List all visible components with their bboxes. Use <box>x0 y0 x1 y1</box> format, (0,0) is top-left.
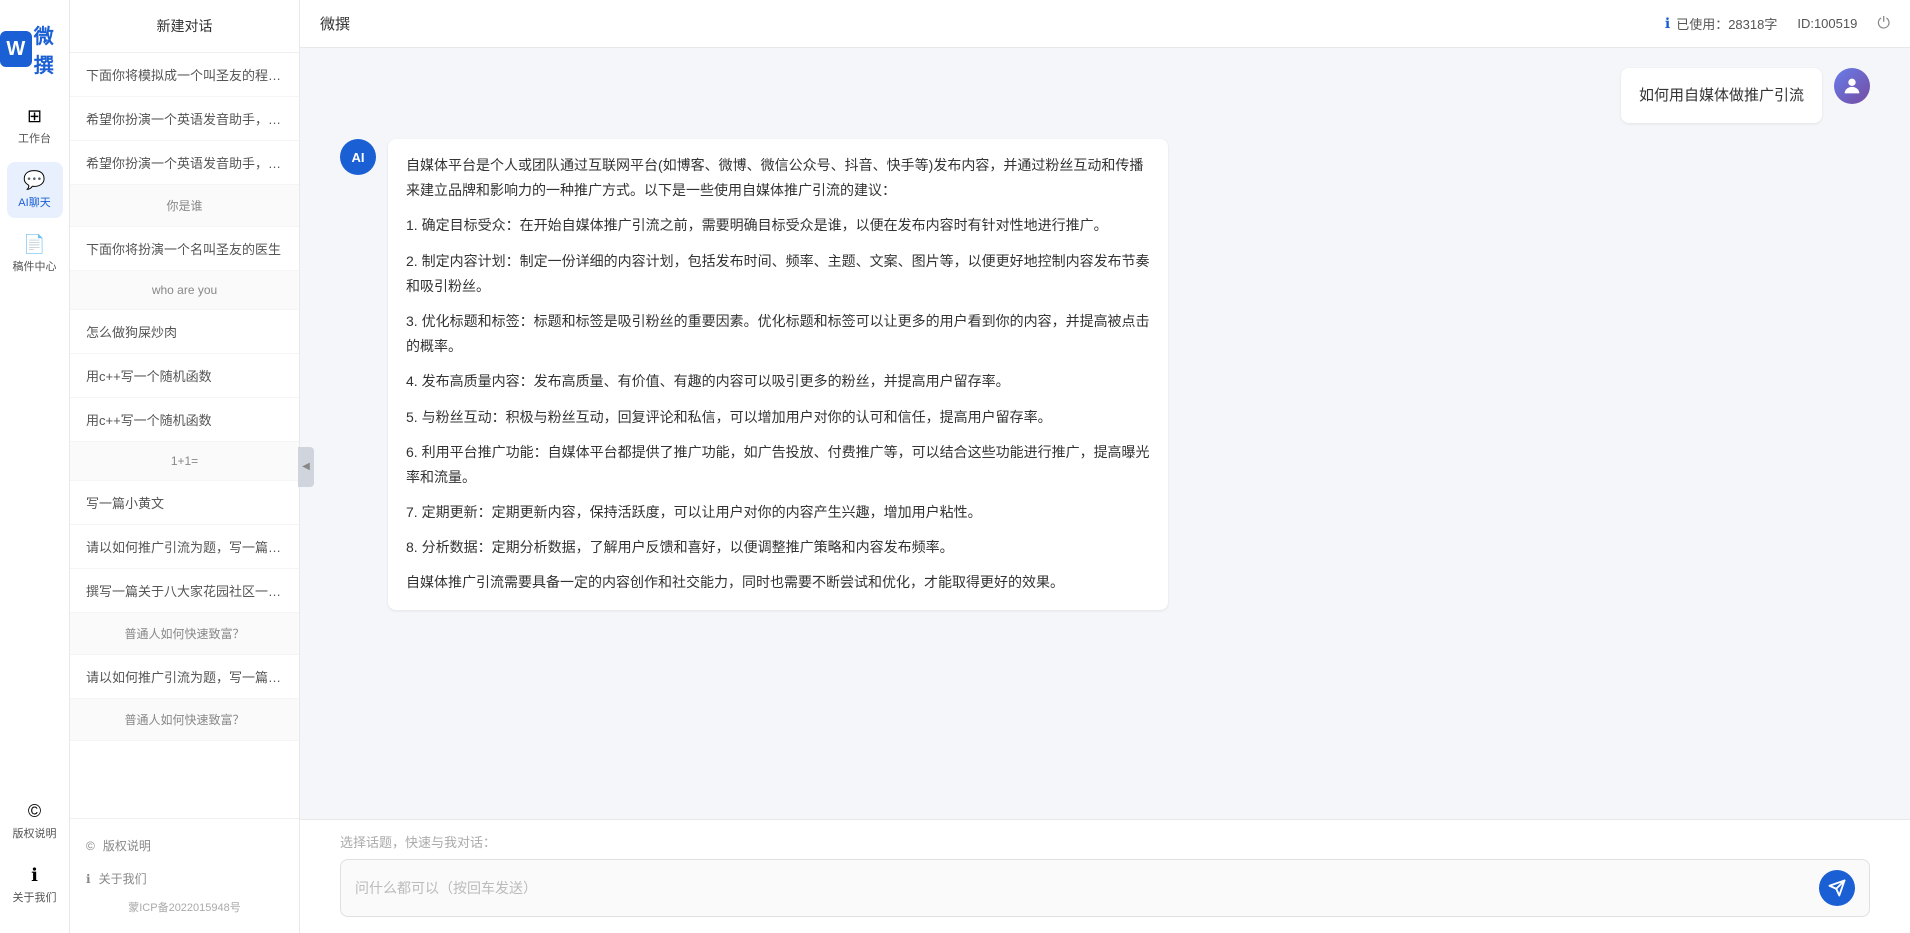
ai-para-3: 3. 优化标题和标签：标题和标签是吸引粉丝的重要因素。优化标题和标签可以让更多的… <box>406 309 1150 359</box>
input-area <box>340 859 1870 917</box>
nav-bottom: © 版权说明 ℹ 关于我们 <box>7 793 63 923</box>
ai-para-9: 自媒体推广引流需要具备一定的内容创作和社交能力，同时也需要不断尝试和优化，才能取… <box>406 570 1150 595</box>
sidebar-item-4[interactable]: 下面你将扮演一个名叫圣友的医生 <box>70 227 299 271</box>
sidebar-item-0[interactable]: 下面你将模拟成一个叫圣友的程序员，我说... <box>70 53 299 97</box>
usage-text: 已使用：28318字 <box>1676 14 1777 33</box>
nav-label-about: 关于我们 <box>13 889 57 905</box>
sidebar-item-3[interactable]: 你是谁 <box>70 185 299 227</box>
ai-message-bubble: 自媒体平台是个人或团队通过互联网平台(如博客、微博、微信公众号、抖音、快手等)发… <box>388 139 1168 610</box>
app-logo-text: 微撰 <box>34 20 69 78</box>
nav-item-drafts[interactable]: 📄 稿件中心 <box>7 226 63 282</box>
sidebar-item-15[interactable]: 普通人如何快速致富？ <box>70 699 299 741</box>
main-content: 微撰 ℹ 已使用：28318字 ID:100519 ⏻ 如何用自媒体做推广引流 <box>300 0 1910 933</box>
nav-label-workbench: 工作台 <box>18 130 51 146</box>
sidebar-item-2[interactable]: 希望你扮演一个英语发音助手，我提供给你... <box>70 141 299 185</box>
nav-items: ⊞ 工作台 💬 AI聊天 📄 稿件中心 <box>0 98 69 793</box>
usage-info: ℹ 已使用：28318字 <box>1665 14 1777 33</box>
logo-area: W 微撰 <box>0 10 69 98</box>
sidebar-collapse-button[interactable]: ◀ <box>298 447 314 487</box>
sidebar-item-12[interactable]: 撰写一篇关于八大家花园社区一刻钟便民生... <box>70 569 299 613</box>
chat-area: 如何用自媒体做推广引流 AI 自媒体平台是个人或团队通过互联网平台(如博客、微博… <box>300 48 1910 819</box>
sidebar-item-5[interactable]: who are you <box>70 271 299 310</box>
id-info: ID:100519 <box>1797 16 1857 31</box>
sidebar-item-8[interactable]: 用c++写一个随机函数 <box>70 398 299 442</box>
copyright-icon: © <box>86 839 95 853</box>
sidebar-item-11[interactable]: 请以如何推广引流为题，写一篇大纲 <box>70 525 299 569</box>
nav-label-copyright: 版权说明 <box>13 825 57 841</box>
footer-copyright-label: 版权说明 <box>103 837 151 854</box>
logo-icon: W <box>0 31 32 67</box>
footer-copyright[interactable]: © 版权说明 <box>70 829 299 862</box>
footer-about-label: 关于我们 <box>99 870 147 887</box>
nav-item-workbench[interactable]: ⊞ 工作台 <box>7 98 63 154</box>
ai-avatar: AI <box>340 139 376 175</box>
sidebar-item-1[interactable]: 希望你扮演一个英语发音助手，我提供给你... <box>70 97 299 141</box>
logout-button[interactable]: ⏻ <box>1877 15 1890 33</box>
ai-message: AI 自媒体平台是个人或团队通过互联网平台(如博客、微博、微信公众号、抖音、快手… <box>340 139 1870 610</box>
sidebar-item-10[interactable]: 写一篇小黄文 <box>70 481 299 525</box>
footer-about[interactable]: ℹ 关于我们 <box>70 862 299 895</box>
ai-para-0: 自媒体平台是个人或团队通过互联网平台(如博客、微博、微信公众号、抖音、快手等)发… <box>406 153 1150 203</box>
ai-para-4: 4. 发布高质量内容：发布高质量、有价值、有趣的内容可以吸引更多的粉丝，并提高用… <box>406 369 1150 394</box>
chat-input[interactable] <box>355 876 1809 900</box>
nav-label-ai-chat: AI聊天 <box>18 194 50 210</box>
ai-para-6: 6. 利用平台推广功能：自媒体平台都提供了推广功能，如广告投放、付费推广等，可以… <box>406 440 1150 490</box>
new-chat-button[interactable]: 新建对话 <box>70 0 299 53</box>
sidebar-item-6[interactable]: 怎么做狗屎炒肉 <box>70 310 299 354</box>
send-button[interactable] <box>1819 870 1855 906</box>
sidebar: 新建对话 下面你将模拟成一个叫圣友的程序员，我说... 希望你扮演一个英语发音助… <box>70 0 300 933</box>
footer-about-icon: ℹ <box>86 872 91 886</box>
ai-para-7: 7. 定期更新：定期更新内容，保持活跃度，可以让用户对你的内容产生兴趣，增加用户… <box>406 500 1150 525</box>
left-nav: W 微撰 ⊞ 工作台 💬 AI聊天 📄 稿件中心 © 版权说明 ℹ <box>0 0 70 933</box>
top-bar: 微撰 ℹ 已使用：28318字 ID:100519 ⏻ <box>300 0 1910 48</box>
sidebar-footer: © 版权说明 ℹ 关于我们 蒙ICP备2022015948号 <box>70 818 299 933</box>
sidebar-item-14[interactable]: 请以如何推广引流为题，写一篇大纲 <box>70 655 299 699</box>
topbar-right: ℹ 已使用：28318字 ID:100519 ⏻ <box>1665 14 1890 33</box>
topbar-title: 微撰 <box>320 13 350 34</box>
sidebar-item-13[interactable]: 普通人如何快速致富？ <box>70 613 299 655</box>
about-icon: ℹ <box>31 865 38 886</box>
user-message-bubble: 如何用自媒体做推广引流 <box>1621 68 1822 123</box>
ai-para-2: 2. 制定内容计划：制定一份详细的内容计划，包括发布时间、频率、主题、文案、图片… <box>406 249 1150 299</box>
topic-hint: 选择话题，快速与我对话： <box>340 832 1870 851</box>
nav-item-copyright[interactable]: © 版权说明 <box>7 793 63 849</box>
nav-label-drafts: 稿件中心 <box>13 258 57 274</box>
usage-icon: ℹ <box>1665 15 1670 32</box>
ai-para-1: 1. 确定目标受众：在开始自媒体推广引流之前，需要明确目标受众是谁，以便在发布内… <box>406 213 1150 238</box>
ai-para-8: 8. 分析数据：定期分析数据，了解用户反馈和喜好，以便调整推广策略和内容发布频率… <box>406 535 1150 560</box>
workbench-icon: ⊞ <box>27 106 42 127</box>
user-avatar <box>1834 68 1870 104</box>
drafts-icon: 📄 <box>23 234 45 255</box>
ai-para-5: 5. 与粉丝互动：积极与粉丝互动，回复评论和私信，可以增加用户对你的认可和信任，… <box>406 405 1150 430</box>
sidebar-item-9[interactable]: 1+1= <box>70 442 299 481</box>
icp-text: 蒙ICP备2022015948号 <box>70 895 299 923</box>
nav-item-about[interactable]: ℹ 关于我们 <box>7 857 63 913</box>
sidebar-item-7[interactable]: 用c++写一个随机函数 <box>70 354 299 398</box>
bottom-area: 选择话题，快速与我对话： <box>300 819 1910 933</box>
nav-item-ai-chat[interactable]: 💬 AI聊天 <box>7 162 63 218</box>
copyright-icon: © <box>28 801 41 822</box>
user-message: 如何用自媒体做推广引流 <box>340 68 1870 123</box>
ai-chat-icon: 💬 <box>23 170 45 191</box>
